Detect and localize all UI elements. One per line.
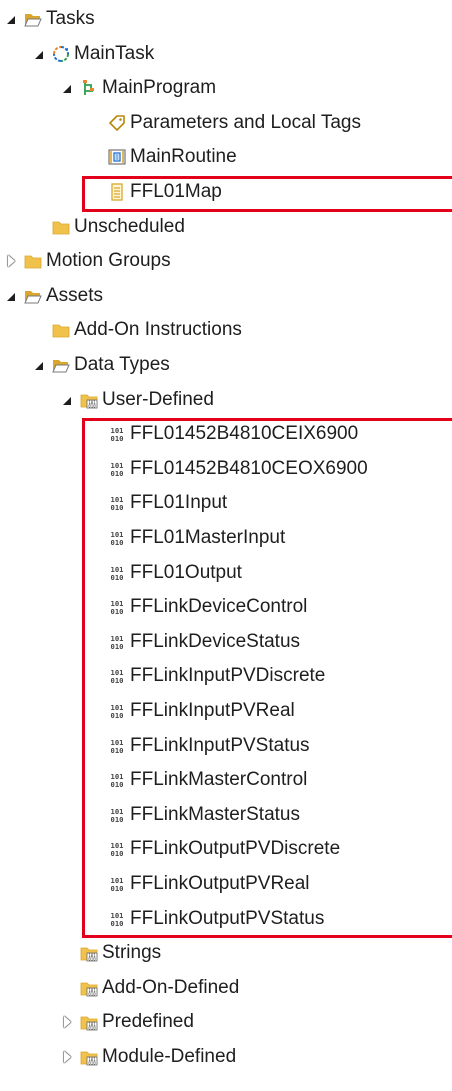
tree-node-tasks[interactable]: Tasks	[0, 2, 452, 36]
tree-node-maintask[interactable]: MainTask	[0, 37, 452, 71]
tree-node-label: Strings	[102, 942, 162, 964]
tree-node-label: Motion Groups	[46, 250, 171, 272]
svg-text:010: 010	[88, 1026, 96, 1031]
tree-node-label: Add-On Instructions	[74, 319, 242, 341]
collapse-arrow-icon[interactable]	[32, 37, 46, 71]
folder-open-icon	[24, 14, 42, 27]
svg-text:010: 010	[88, 991, 96, 996]
program-icon	[83, 80, 94, 96]
highlight-ffl01map	[82, 176, 452, 212]
highlight-user-defined-types	[82, 418, 452, 939]
collapse-arrow-icon[interactable]	[60, 383, 74, 417]
svg-text:010: 010	[88, 957, 96, 962]
datatype-folder-icon: 101 010	[80, 1016, 98, 1031]
controller-organizer-tree: Tasks MainTask MainProgram Parameters an…	[0, 0, 452, 1091]
collapse-arrow-icon[interactable]	[4, 2, 18, 36]
tree-node-label: Unscheduled	[74, 215, 185, 237]
svg-text:010: 010	[88, 1061, 96, 1066]
svg-text:010: 010	[88, 403, 96, 408]
tree-node-label: Tasks	[46, 8, 95, 29]
tree-node-label: Predefined	[102, 1011, 194, 1033]
folder-icon	[52, 221, 70, 234]
datatype-folder-icon: 101 010	[80, 947, 98, 962]
tag-icon	[109, 114, 125, 131]
datatype-folder-icon: 101 010	[80, 1051, 98, 1066]
datatype-folder-icon: 101 010	[80, 982, 98, 996]
tree-node-strings[interactable]: 101 010 Strings	[0, 936, 452, 970]
tree-node-label: MainProgram	[102, 77, 217, 99]
tree-node-assets[interactable]: Assets	[0, 279, 452, 313]
tree-node-mainroutine[interactable]: MainRoutine	[0, 140, 452, 174]
expand-arrow-icon[interactable]	[60, 1040, 74, 1074]
tree-node-add-on-defined[interactable]: 101 010 Add-On-Defined	[0, 971, 452, 1005]
tree-node-module-defined[interactable]: 101 010 Module-Defined	[0, 1040, 452, 1074]
tree-node-unscheduled[interactable]: Unscheduled	[0, 210, 452, 244]
tree-node-label: MainTask	[74, 42, 155, 64]
datatype-folder-icon: 101 010	[80, 394, 98, 408]
tree-node-predefined[interactable]: 101 010 Predefined	[0, 1005, 452, 1039]
task-cycle-icon	[53, 45, 69, 62]
folder-icon	[24, 255, 42, 269]
tree-node-label: User-Defined	[102, 388, 214, 410]
collapse-arrow-icon[interactable]	[4, 279, 18, 313]
tree-node-label: Data Types	[74, 354, 170, 375]
tree-node-motion-groups[interactable]: Motion Groups	[0, 244, 452, 278]
tree-node-user-defined[interactable]: 101 010 User-Defined	[0, 383, 452, 417]
collapse-arrow-icon[interactable]	[60, 71, 74, 105]
tree-node-label: Module-Defined	[102, 1046, 237, 1067]
tree-node-parameters-and-local-tags[interactable]: Parameters and Local Tags	[0, 106, 452, 140]
routine-icon	[108, 149, 126, 165]
tree-node-mainprogram[interactable]: MainProgram	[0, 71, 452, 105]
tree-node-label: MainRoutine	[130, 146, 237, 168]
folder-open-icon	[52, 360, 70, 373]
folder-icon	[52, 324, 70, 338]
expand-arrow-icon[interactable]	[60, 1005, 74, 1039]
collapse-arrow-icon[interactable]	[32, 348, 46, 382]
tree-node-label: Add-On-Defined	[102, 976, 240, 998]
tree-node-label: Parameters and Local Tags	[130, 111, 361, 133]
tree-node-data-types[interactable]: Data Types	[0, 348, 452, 382]
folder-open-icon	[24, 290, 42, 304]
tree-node-label: Assets	[46, 284, 104, 306]
expand-arrow-icon[interactable]	[4, 244, 18, 278]
tree-node-add-on-instructions[interactable]: Add-On Instructions	[0, 313, 452, 347]
